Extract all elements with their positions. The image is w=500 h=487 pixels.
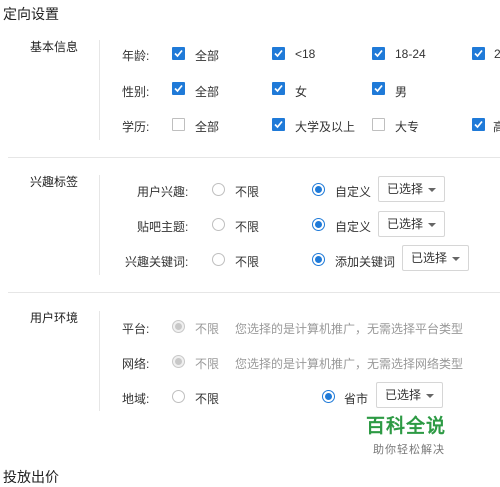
gender-label: 性别: [122, 85, 150, 99]
interest-keyword-label: 兴趣关键词: [125, 255, 189, 269]
radio-unselected[interactable] [172, 390, 185, 403]
page-title: 定向设置 [3, 6, 59, 22]
region-dropdown[interactable]: 已选择 [376, 382, 444, 408]
option-label: 女 [295, 85, 308, 99]
user-interest-dropdown[interactable]: 已选择 [378, 176, 446, 202]
checkbox-checked[interactable] [272, 47, 285, 60]
dropdown-label: 已选择 [387, 182, 424, 196]
option-label: 添加关键词 [335, 255, 396, 269]
checkbox-checked[interactable] [272, 118, 285, 131]
option-label: 全部 [195, 120, 220, 134]
checkbox-checked[interactable] [272, 82, 285, 95]
tieba-topic-label: 贴吧主题: [137, 220, 189, 234]
option-label: 2 [494, 47, 500, 61]
section-title-basic-info: 基本信息 [30, 40, 79, 54]
section-separator [8, 292, 500, 293]
checkbox-checked[interactable] [372, 82, 385, 95]
option-label: 全部 [195, 49, 220, 63]
radio-disabled [172, 320, 185, 333]
radio-unselected[interactable] [212, 183, 225, 196]
education-label: 学历: [122, 120, 150, 134]
tieba-topic-dropdown[interactable]: 已选择 [378, 211, 446, 237]
option-label: 不限 [195, 357, 220, 371]
section-divider [99, 175, 100, 275]
option-label: 18-24 [395, 47, 426, 61]
chevron-down-icon [452, 256, 461, 261]
radio-selected[interactable] [312, 253, 325, 266]
network-note: 您选择的是计算机推广，无需选择网络类型 [235, 357, 464, 371]
interest-keyword-dropdown[interactable]: 已选择 [402, 245, 470, 271]
option-label: 不限 [235, 220, 260, 234]
option-label: 不限 [195, 322, 220, 336]
watermark-title: 百科全说 [366, 416, 447, 437]
checkbox-checked[interactable] [472, 47, 485, 60]
section-divider [99, 311, 100, 411]
option-label: 不限 [235, 185, 260, 199]
chevron-down-icon [428, 187, 437, 192]
checkbox-checked[interactable] [372, 47, 385, 60]
checkbox-checked[interactable] [172, 47, 185, 60]
checkbox-checked[interactable] [172, 82, 185, 95]
chevron-down-icon [426, 393, 435, 398]
region-label: 地域: [122, 392, 150, 406]
option-label: 高 [493, 120, 500, 134]
dropdown-label: 已选择 [387, 217, 424, 231]
option-label: 大专 [395, 120, 420, 134]
chevron-down-icon [428, 222, 437, 227]
radio-unselected[interactable] [212, 218, 225, 231]
radio-selected[interactable] [322, 390, 335, 403]
user-interest-label: 用户兴趣: [137, 185, 189, 199]
checkbox-checked[interactable] [472, 118, 485, 131]
option-label: 不限 [235, 255, 260, 269]
radio-selected[interactable] [312, 183, 325, 196]
option-label: 自定义 [335, 220, 372, 234]
section-divider [99, 40, 100, 140]
option-label: 男 [395, 85, 408, 99]
watermark-subtitle: 助你轻松解决 [373, 444, 445, 456]
checkbox-unchecked[interactable] [372, 118, 385, 131]
age-label: 年龄: [122, 49, 150, 63]
section-separator [8, 157, 500, 158]
platform-label: 平台: [122, 322, 150, 336]
bid-section-title: 投放出价 [3, 469, 59, 485]
dropdown-label: 已选择 [385, 388, 422, 402]
section-title-interest-tags: 兴趣标签 [30, 175, 79, 189]
option-label: 全部 [195, 85, 220, 99]
checkbox-unchecked[interactable] [172, 118, 185, 131]
radio-unselected[interactable] [212, 253, 225, 266]
radio-disabled [172, 355, 185, 368]
option-label: 不限 [195, 392, 220, 406]
option-label: 大学及以上 [295, 120, 356, 134]
platform-note: 您选择的是计算机推广，无需选择平台类型 [235, 322, 464, 336]
network-label: 网络: [122, 357, 150, 371]
section-title-user-environment: 用户环境 [30, 311, 79, 325]
option-label: 省市 [344, 392, 369, 406]
option-label: 自定义 [335, 185, 372, 199]
radio-selected[interactable] [312, 218, 325, 231]
option-label: <18 [295, 47, 316, 61]
dropdown-label: 已选择 [411, 251, 448, 265]
